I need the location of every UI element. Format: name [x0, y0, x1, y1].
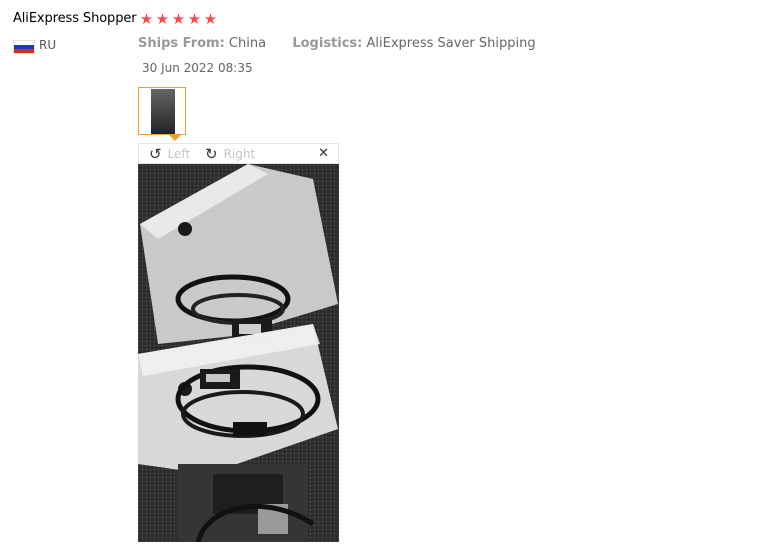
thumbnail-pointer	[169, 135, 181, 141]
star-icon: ★	[187, 10, 202, 28]
close-icon: ✕	[318, 146, 329, 161]
close-viewer-button[interactable]: ✕	[318, 146, 329, 162]
rotate-right-button[interactable]: ↻ Right	[205, 145, 255, 163]
star-icon: ★	[139, 10, 154, 28]
shipping-info: Ships From: China Logistics: AliExpress …	[138, 36, 536, 51]
rotate-left-label: Left	[167, 147, 191, 161]
thumbnail-image	[151, 89, 175, 134]
bottom-cable-shape	[178, 464, 315, 542]
star-icon: ★	[171, 10, 186, 28]
ships-from-label: Ships From:	[138, 36, 225, 51]
upper-bag-shape	[140, 164, 338, 344]
country-code: RU	[39, 38, 57, 52]
review-photo	[138, 164, 339, 542]
rotate-left-button[interactable]: ↺ Left	[149, 145, 190, 163]
review-date: 30 Jun 2022 08:35	[142, 61, 253, 75]
photo-thumbnail[interactable]	[138, 87, 186, 135]
rotate-ccw-icon: ↺	[149, 145, 162, 163]
rotate-cw-icon: ↻	[205, 145, 218, 163]
ships-from-value: China	[228, 36, 267, 51]
russia-flag-icon	[13, 40, 35, 54]
logistics-value: AliExpress Saver Shipping	[366, 36, 536, 51]
logistics-label: Logistics:	[292, 36, 363, 51]
review-photo-svg	[138, 164, 338, 542]
review-card: AliExpress Shopper ★ ★ ★ ★ ★ RU Ships Fr…	[0, 0, 764, 554]
star-icon: ★	[203, 10, 218, 28]
rating-stars: ★ ★ ★ ★ ★	[139, 10, 218, 28]
star-icon: ★	[155, 10, 170, 28]
rotate-right-label: Right	[223, 147, 256, 161]
image-viewer-toolbar: ↺ Left ↻ Right ✕	[138, 143, 339, 164]
reviewer-name: AliExpress Shopper	[13, 11, 137, 26]
lower-bag-shape	[138, 324, 338, 474]
